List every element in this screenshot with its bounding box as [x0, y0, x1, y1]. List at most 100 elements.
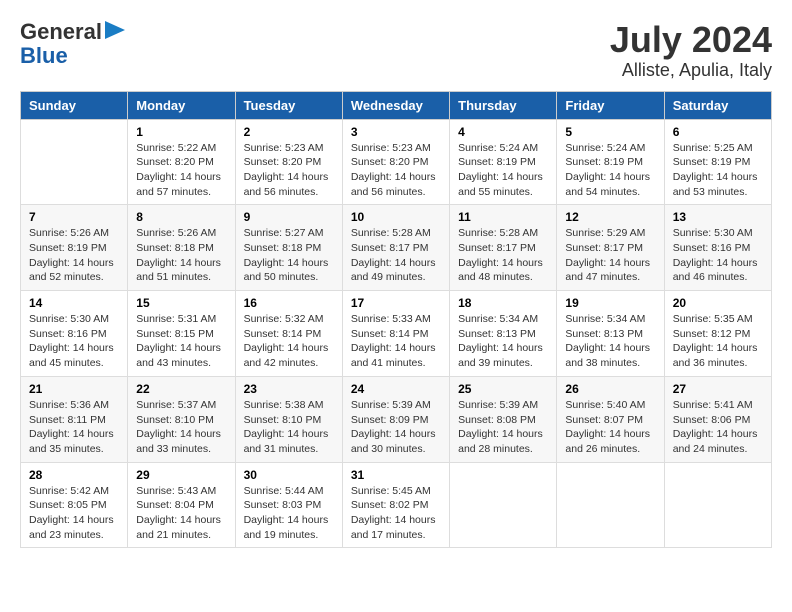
day-cell: 11Sunrise: 5:28 AM Sunset: 8:17 PM Dayli… — [450, 205, 557, 291]
day-number: 2 — [244, 125, 334, 139]
day-cell: 2 Sunrise: 5:23 AM Sunset: 8:20 PM Daylig… — [235, 119, 342, 205]
day-cell: 13 Sunrise: 5:30 AM Sunset: 8:16 PM Dayli… — [664, 205, 771, 291]
day-number: 17 — [351, 296, 441, 310]
day-cell: 29 Sunrise: 5:43 AM Sunset: 8:04 PM Dayli… — [128, 462, 235, 548]
day-number: 14 — [29, 296, 119, 310]
col-header-sunday: Sunday — [21, 91, 128, 119]
day-number: 8 — [136, 210, 226, 224]
day-cell: 30 Sunrise: 5:44 AM Sunset: 8:03 PM Dayli… — [235, 462, 342, 548]
day-info: Sunrise: 5:30 AM Sunset: 8:16 PM Dayligh… — [29, 312, 119, 371]
day-cell: 15 Sunrise: 5:31 AM Sunset: 8:15 PM Dayli… — [128, 291, 235, 377]
day-number: 9 — [244, 210, 334, 224]
col-header-friday: Friday — [557, 91, 664, 119]
day-number: 22 — [136, 382, 226, 396]
day-info: Sunrise: 5:24 AM Sunset: 8:19 PM Dayligh… — [458, 141, 548, 200]
logo-text-general: General — [20, 20, 102, 44]
calendar-subtitle: Alliste, Apulia, Italy — [610, 60, 772, 81]
day-info: Sunrise: 5:31 AM Sunset: 8:15 PM Dayligh… — [136, 312, 226, 371]
day-info: Sunrise: 5:30 AM Sunset: 8:16 PM Dayligh… — [673, 226, 763, 285]
day-info: Sunrise: 5:28 AM Sunset: 8:17 PM Dayligh… — [351, 226, 441, 285]
day-cell: 14 Sunrise: 5:30 AM Sunset: 8:16 PM Dayli… — [21, 291, 128, 377]
day-cell: 3Sunrise: 5:23 AM Sunset: 8:20 PM Daylig… — [342, 119, 449, 205]
day-cell: 22 Sunrise: 5:37 AM Sunset: 8:10 PM Dayli… — [128, 376, 235, 462]
day-cell — [450, 462, 557, 548]
day-info: Sunrise: 5:35 AM Sunset: 8:12 PM Dayligh… — [673, 312, 763, 371]
week-row-4: 21Sunrise: 5:36 AM Sunset: 8:11 PM Dayli… — [21, 376, 772, 462]
day-info: Sunrise: 5:40 AM Sunset: 8:07 PM Dayligh… — [565, 398, 655, 457]
day-info: Sunrise: 5:26 AM Sunset: 8:18 PM Dayligh… — [136, 226, 226, 285]
day-info: Sunrise: 5:44 AM Sunset: 8:03 PM Dayligh… — [244, 484, 334, 543]
col-header-tuesday: Tuesday — [235, 91, 342, 119]
day-number: 26 — [565, 382, 655, 396]
day-cell: 18Sunrise: 5:34 AM Sunset: 8:13 PM Dayli… — [450, 291, 557, 377]
day-number: 18 — [458, 296, 548, 310]
day-cell: 6 Sunrise: 5:25 AM Sunset: 8:19 PM Daylig… — [664, 119, 771, 205]
day-cell — [21, 119, 128, 205]
day-number: 12 — [565, 210, 655, 224]
day-number: 7 — [29, 210, 119, 224]
week-row-2: 7 Sunrise: 5:26 AM Sunset: 8:19 PM Daylig… — [21, 205, 772, 291]
logo: General Blue — [20, 20, 125, 68]
day-number: 29 — [136, 468, 226, 482]
day-cell: 27 Sunrise: 5:41 AM Sunset: 8:06 PM Dayli… — [664, 376, 771, 462]
day-number: 31 — [351, 468, 441, 482]
day-number: 6 — [673, 125, 763, 139]
day-info: Sunrise: 5:43 AM Sunset: 8:04 PM Dayligh… — [136, 484, 226, 543]
day-info: Sunrise: 5:33 AM Sunset: 8:14 PM Dayligh… — [351, 312, 441, 371]
day-info: Sunrise: 5:38 AM Sunset: 8:10 PM Dayligh… — [244, 398, 334, 457]
day-number: 30 — [244, 468, 334, 482]
day-info: Sunrise: 5:24 AM Sunset: 8:19 PM Dayligh… — [565, 141, 655, 200]
day-number: 4 — [458, 125, 548, 139]
day-cell: 9 Sunrise: 5:27 AM Sunset: 8:18 PM Daylig… — [235, 205, 342, 291]
day-cell: 26 Sunrise: 5:40 AM Sunset: 8:07 PM Dayli… — [557, 376, 664, 462]
day-number: 20 — [673, 296, 763, 310]
day-info: Sunrise: 5:28 AM Sunset: 8:17 PM Dayligh… — [458, 226, 548, 285]
day-number: 25 — [458, 382, 548, 396]
day-cell: 4 Sunrise: 5:24 AM Sunset: 8:19 PM Daylig… — [450, 119, 557, 205]
day-info: Sunrise: 5:23 AM Sunset: 8:20 PM Dayligh… — [244, 141, 334, 200]
col-header-thursday: Thursday — [450, 91, 557, 119]
day-info: Sunrise: 5:27 AM Sunset: 8:18 PM Dayligh… — [244, 226, 334, 285]
week-row-1: 1Sunrise: 5:22 AM Sunset: 8:20 PM Daylig… — [21, 119, 772, 205]
week-row-3: 14 Sunrise: 5:30 AM Sunset: 8:16 PM Dayli… — [21, 291, 772, 377]
day-number: 3 — [351, 125, 441, 139]
day-number: 16 — [244, 296, 334, 310]
calendar-table: SundayMondayTuesdayWednesdayThursdayFrid… — [20, 91, 772, 549]
day-info: Sunrise: 5:34 AM Sunset: 8:13 PM Dayligh… — [565, 312, 655, 371]
day-info: Sunrise: 5:45 AM Sunset: 8:02 PM Dayligh… — [351, 484, 441, 543]
logo-arrow-icon — [105, 21, 125, 39]
day-cell: 19 Sunrise: 5:34 AM Sunset: 8:13 PM Dayli… — [557, 291, 664, 377]
day-cell: 8 Sunrise: 5:26 AM Sunset: 8:18 PM Daylig… — [128, 205, 235, 291]
day-cell: 10Sunrise: 5:28 AM Sunset: 8:17 PM Dayli… — [342, 205, 449, 291]
page-header: General Blue July 2024 Alliste, Apulia, … — [20, 20, 772, 81]
day-cell: 25Sunrise: 5:39 AM Sunset: 8:08 PM Dayli… — [450, 376, 557, 462]
day-info: Sunrise: 5:37 AM Sunset: 8:10 PM Dayligh… — [136, 398, 226, 457]
day-cell: 28Sunrise: 5:42 AM Sunset: 8:05 PM Dayli… — [21, 462, 128, 548]
day-info: Sunrise: 5:36 AM Sunset: 8:11 PM Dayligh… — [29, 398, 119, 457]
day-info: Sunrise: 5:25 AM Sunset: 8:19 PM Dayligh… — [673, 141, 763, 200]
day-info: Sunrise: 5:42 AM Sunset: 8:05 PM Dayligh… — [29, 484, 119, 543]
day-info: Sunrise: 5:26 AM Sunset: 8:19 PM Dayligh… — [29, 226, 119, 285]
day-cell: 1Sunrise: 5:22 AM Sunset: 8:20 PM Daylig… — [128, 119, 235, 205]
day-number: 13 — [673, 210, 763, 224]
day-cell: 17 Sunrise: 5:33 AM Sunset: 8:14 PM Dayli… — [342, 291, 449, 377]
calendar-title: July 2024 — [610, 20, 772, 60]
col-header-saturday: Saturday — [664, 91, 771, 119]
day-cell: 24Sunrise: 5:39 AM Sunset: 8:09 PM Dayli… — [342, 376, 449, 462]
day-info: Sunrise: 5:41 AM Sunset: 8:06 PM Dayligh… — [673, 398, 763, 457]
day-info: Sunrise: 5:22 AM Sunset: 8:20 PM Dayligh… — [136, 141, 226, 200]
day-number: 15 — [136, 296, 226, 310]
header-row: SundayMondayTuesdayWednesdayThursdayFrid… — [21, 91, 772, 119]
day-number: 27 — [673, 382, 763, 396]
col-header-monday: Monday — [128, 91, 235, 119]
day-number: 19 — [565, 296, 655, 310]
day-cell: 5 Sunrise: 5:24 AM Sunset: 8:19 PM Daylig… — [557, 119, 664, 205]
day-cell: 21Sunrise: 5:36 AM Sunset: 8:11 PM Dayli… — [21, 376, 128, 462]
day-cell: 16Sunrise: 5:32 AM Sunset: 8:14 PM Dayli… — [235, 291, 342, 377]
day-cell: 23Sunrise: 5:38 AM Sunset: 8:10 PM Dayli… — [235, 376, 342, 462]
day-cell: 12Sunrise: 5:29 AM Sunset: 8:17 PM Dayli… — [557, 205, 664, 291]
day-number: 5 — [565, 125, 655, 139]
day-cell: 31 Sunrise: 5:45 AM Sunset: 8:02 PM Dayli… — [342, 462, 449, 548]
day-info: Sunrise: 5:39 AM Sunset: 8:09 PM Dayligh… — [351, 398, 441, 457]
day-cell: 20 Sunrise: 5:35 AM Sunset: 8:12 PM Dayli… — [664, 291, 771, 377]
